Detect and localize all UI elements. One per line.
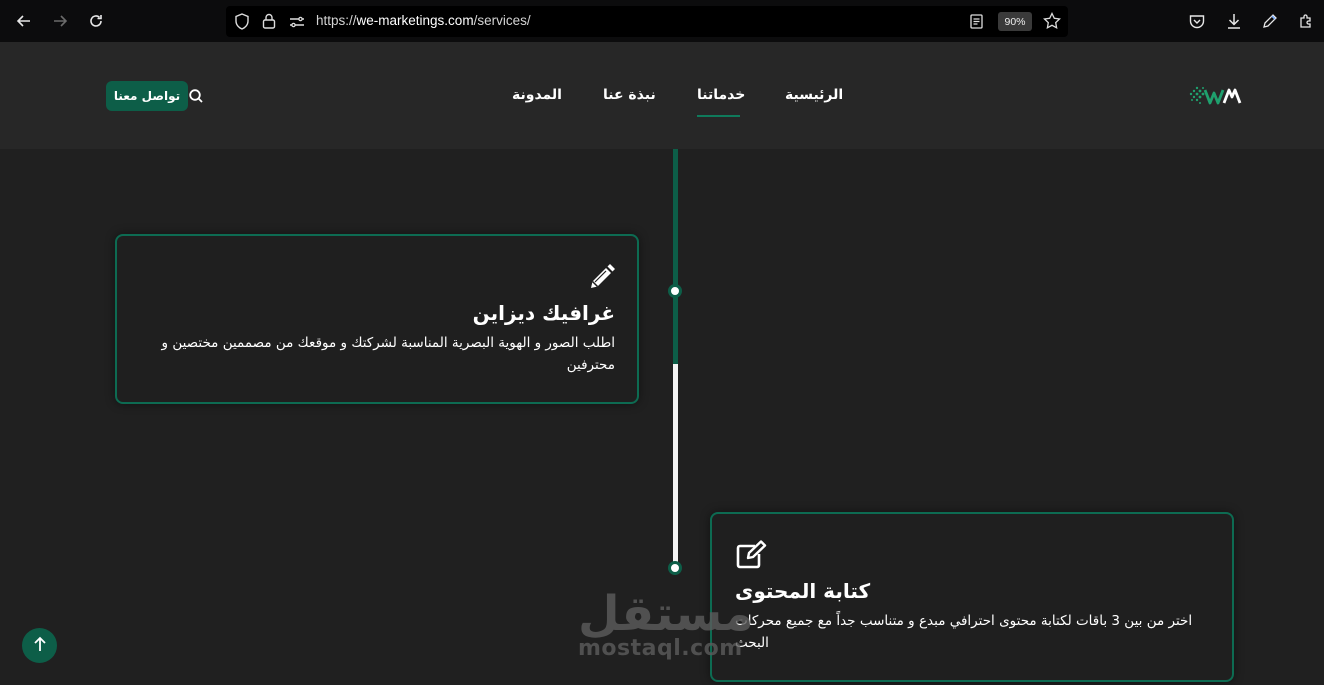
timeline-track xyxy=(672,364,678,568)
url-prefix: https:// xyxy=(316,13,357,28)
shield-icon[interactable] xyxy=(234,13,250,34)
tracking-icon[interactable] xyxy=(289,14,305,33)
logo-icon[interactable] xyxy=(1188,82,1246,112)
pen-icon[interactable] xyxy=(1259,10,1281,32)
card-title: غرافيك ديزاين xyxy=(472,301,615,325)
card-title: كتابة المحتوى xyxy=(735,579,871,603)
search-icon[interactable] xyxy=(188,88,204,104)
watermark-arabic: مستقل xyxy=(578,586,756,642)
watermark: مستقل mostaql.com xyxy=(578,586,756,661)
card-description: اطلب الصور و الهوية البصرية المناسبة لشر… xyxy=(161,335,615,373)
nav-blog[interactable]: المدونة xyxy=(512,87,562,103)
card-description: اختر من بين 3 باقات لكتابة محتوى احترافي… xyxy=(735,613,1193,651)
nav-home[interactable]: الرئيسية xyxy=(785,87,843,103)
service-card-content-writing[interactable]: كتابة المحتوى اختر من بين 3 باقات لكتابة… xyxy=(710,512,1234,682)
timeline-progress xyxy=(672,149,678,364)
nav-services[interactable]: خدماتنا xyxy=(697,87,745,103)
edit-icon xyxy=(735,540,767,570)
pocket-icon[interactable] xyxy=(1186,10,1208,32)
site-header: تواصل معنا الرئيسية خدماتنا نبذة عنا الم… xyxy=(0,42,1324,149)
contact-button[interactable]: تواصل معنا xyxy=(106,81,188,111)
address-bar[interactable]: https://we-marketings.com/services/ 90% xyxy=(226,6,1068,37)
browser-toolbar: https://we-marketings.com/services/ 90% xyxy=(0,0,1324,42)
reader-icon[interactable] xyxy=(970,14,983,33)
url-text[interactable]: https://we-marketings.com/services/ xyxy=(316,13,531,28)
scroll-top-button[interactable] xyxy=(22,628,57,663)
back-icon[interactable] xyxy=(13,10,35,32)
forward-icon[interactable] xyxy=(49,10,71,32)
download-icon[interactable] xyxy=(1223,10,1245,32)
timeline-dot xyxy=(668,284,682,298)
service-card-graphic-design[interactable]: غرافيك ديزاين اطلب الصور و الهوية البصري… xyxy=(115,234,639,404)
arrow-up-icon xyxy=(33,636,47,656)
watermark-latin: mostaql.com xyxy=(578,636,743,661)
timeline-dot xyxy=(668,561,682,575)
star-icon[interactable] xyxy=(1043,11,1061,34)
reload-icon[interactable] xyxy=(85,10,107,32)
url-host: we-marketings.com xyxy=(356,13,474,28)
nav-active-indicator xyxy=(697,115,740,117)
nav-about[interactable]: نبذة عنا xyxy=(603,87,656,103)
pencil-icon xyxy=(587,262,617,292)
lock-icon[interactable] xyxy=(262,13,276,33)
zoom-level[interactable]: 90% xyxy=(998,12,1032,31)
extensions-icon[interactable] xyxy=(1295,10,1317,32)
url-path: /services/ xyxy=(473,13,531,28)
